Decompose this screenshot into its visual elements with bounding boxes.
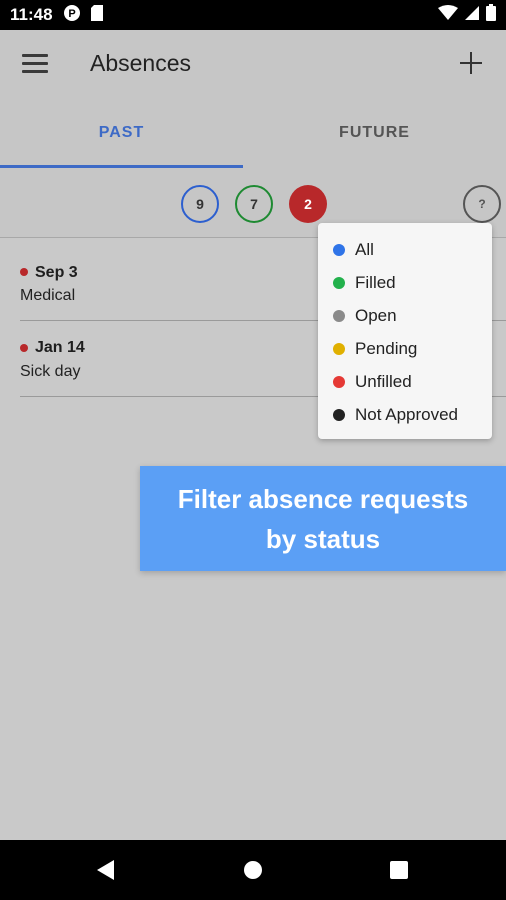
menu-item-label: Not Approved <box>355 404 459 424</box>
menu-item-label: Filled <box>355 272 396 292</box>
notification-app-icon: P <box>63 4 81 27</box>
status-color-dot <box>333 408 345 421</box>
status-time: 11:48 <box>10 5 53 24</box>
menu-item-unfilled[interactable]: Unfilled <box>318 365 492 398</box>
menu-item-label: Unfilled <box>355 371 412 391</box>
callout-text-line1: Filter absence requests <box>177 483 469 514</box>
menu-item-open[interactable]: Open <box>318 299 492 332</box>
status-color-dot <box>333 276 345 289</box>
signal-icon <box>464 5 480 26</box>
status-color-dot <box>333 309 345 322</box>
filter-filled-badge[interactable]: 7 <box>235 185 273 223</box>
page-title: Absences <box>90 50 192 76</box>
app-bar: Absences <box>0 30 506 98</box>
menu-item-label: All <box>355 239 374 259</box>
svg-text:P: P <box>68 8 75 20</box>
back-icon[interactable] <box>97 860 114 880</box>
hamburger-menu-icon[interactable] <box>22 54 48 74</box>
onboarding-callout: Filter absence requests by status <box>140 466 506 571</box>
status-color-dot <box>333 342 345 355</box>
sd-card-icon <box>90 4 104 27</box>
status-color-dot <box>333 375 345 388</box>
add-icon[interactable] <box>458 50 484 76</box>
help-badge[interactable]: ? <box>463 185 501 223</box>
battery-icon <box>486 4 496 26</box>
status-icons <box>438 4 496 26</box>
tab-past[interactable]: PAST <box>0 98 243 168</box>
callout-text-line2: by status <box>265 523 381 554</box>
filter-unfilled-badge[interactable]: 2 <box>289 185 327 223</box>
tab-future[interactable]: FUTURE <box>253 98 496 168</box>
menu-item-filled[interactable]: Filled <box>318 266 492 299</box>
status-color-dot <box>333 243 345 256</box>
absence-date: Sep 3 <box>35 264 78 281</box>
status-dot <box>20 344 28 352</box>
status-bar: 11:48 P <box>0 0 506 30</box>
filter-all-badge[interactable]: 9 <box>181 185 219 223</box>
absence-date: Jan 14 <box>35 339 85 356</box>
home-icon[interactable] <box>244 861 262 879</box>
menu-item-label: Open <box>355 305 397 325</box>
menu-item-label: Pending <box>355 338 418 358</box>
absence-reason: Medical <box>20 287 76 304</box>
system-nav-bar <box>0 840 506 900</box>
menu-item-not-approved[interactable]: Not Approved <box>318 398 492 431</box>
status-filter-menu: All Filled Open Pending Unfilled Not App… <box>318 223 492 439</box>
wifi-icon <box>438 4 458 26</box>
status-dot <box>20 268 28 276</box>
tab-bar: PAST FUTURE <box>0 98 506 168</box>
menu-item-all[interactable]: All <box>318 233 492 266</box>
absence-reason: Sick day <box>20 363 81 380</box>
menu-item-pending[interactable]: Pending <box>318 332 492 365</box>
recents-icon[interactable] <box>390 861 408 879</box>
